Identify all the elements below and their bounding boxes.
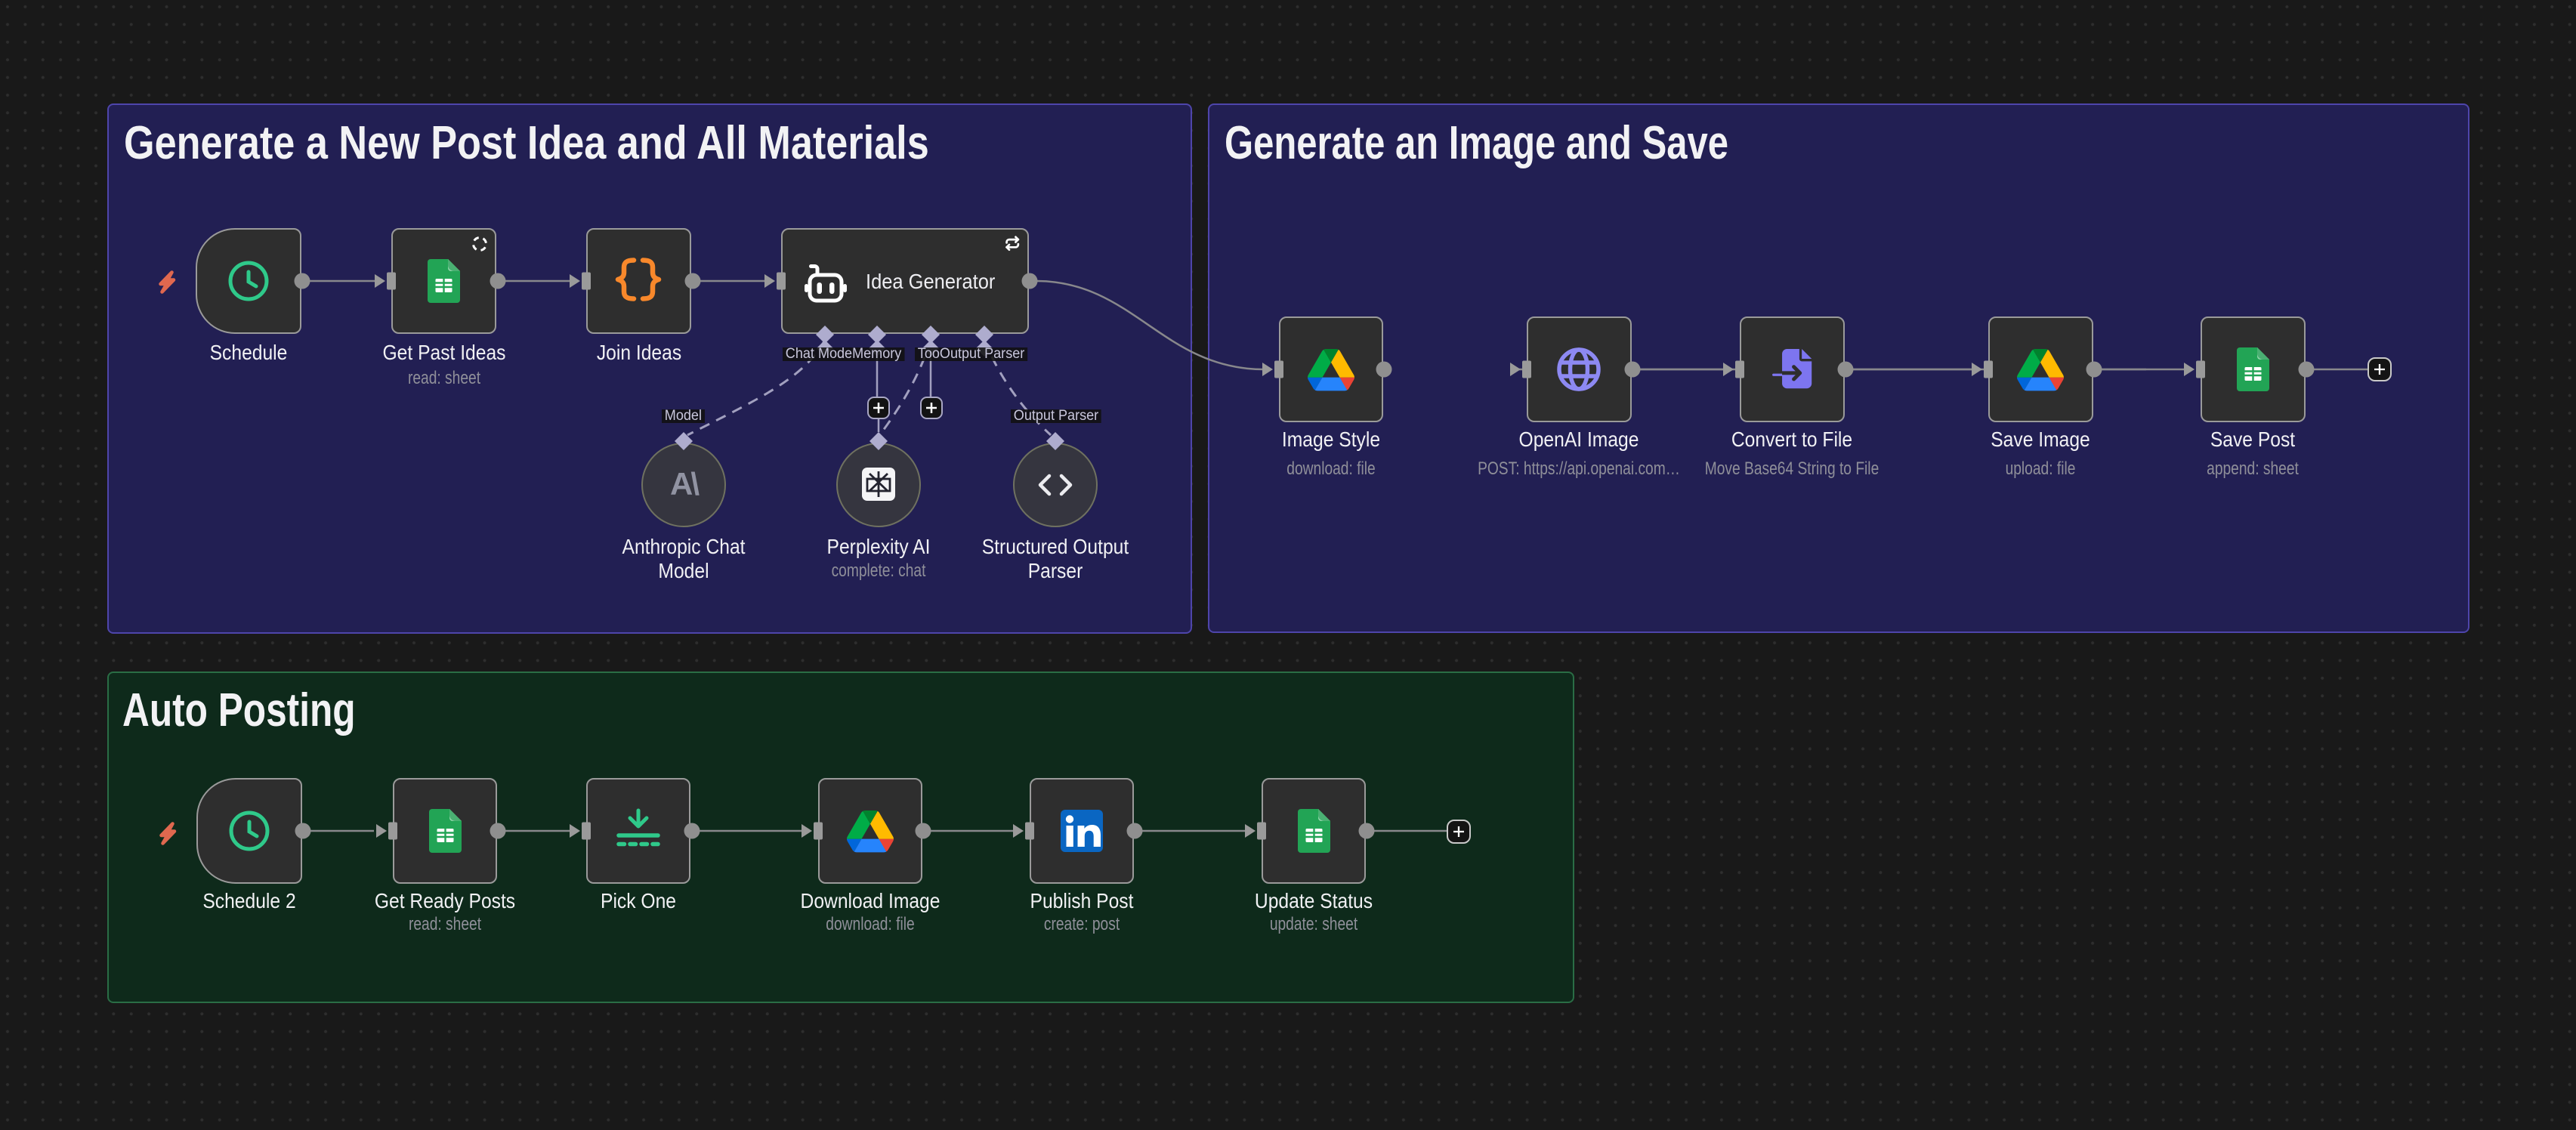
svg-text:A\: A\: [670, 466, 700, 502]
